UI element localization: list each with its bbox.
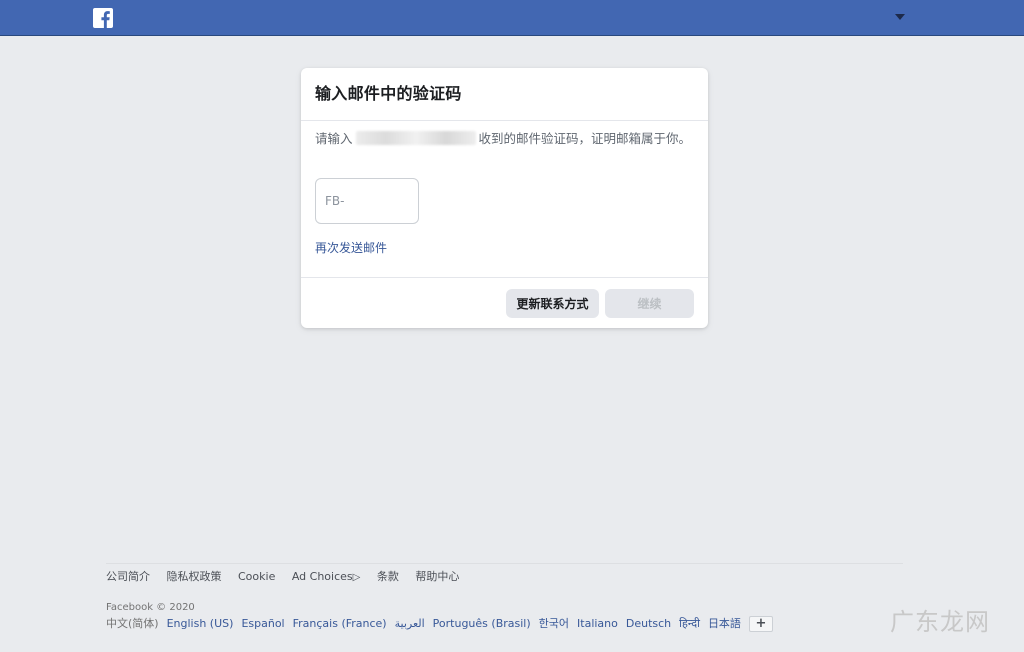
description-prefix: 请输入 xyxy=(315,131,353,146)
copyright: Facebook © 2020 xyxy=(106,602,195,613)
facebook-logo-icon[interactable] xyxy=(93,8,113,28)
redacted-email xyxy=(355,131,476,145)
language-arabic[interactable]: العربية xyxy=(395,617,425,631)
caret-down-icon[interactable] xyxy=(895,14,905,20)
language-italian[interactable]: Italiano xyxy=(577,617,618,631)
footer-link-privacy[interactable]: 隐私权政策 xyxy=(167,570,222,583)
footer-link-terms[interactable]: 条款 xyxy=(377,570,399,583)
language-hindi[interactable]: हिन्दी xyxy=(679,617,700,631)
language-french[interactable]: Français (France) xyxy=(293,617,387,631)
language-portuguese[interactable]: Português (Brasil) xyxy=(433,617,531,631)
footer-link-adchoices[interactable]: Ad Choices▷ xyxy=(292,570,361,583)
more-languages-button[interactable]: + xyxy=(748,616,773,632)
watermark: 广东龙网 xyxy=(890,608,990,636)
footer-link-help[interactable]: 帮助中心 xyxy=(415,570,459,583)
resend-email-link[interactable]: 再次发送邮件 xyxy=(315,240,387,256)
language-current: 中文(简体) xyxy=(106,617,159,630)
dialog-description: 请输入 收到的邮件验证码，证明邮箱属于你。 xyxy=(315,131,695,147)
language-korean[interactable]: 한국어 xyxy=(539,617,569,631)
ad-choices-icon: ▷ xyxy=(352,572,361,583)
language-spanish[interactable]: Español xyxy=(241,617,284,631)
description-suffix: 收到的邮件验证码，证明邮箱属于你。 xyxy=(478,131,692,146)
footer-link-about[interactable]: 公司简介 xyxy=(106,570,150,583)
language-german[interactable]: Deutsch xyxy=(626,617,671,631)
verification-code-input[interactable] xyxy=(315,178,419,224)
verification-dialog: 输入邮件中的验证码 请输入 收到的邮件验证码，证明邮箱属于你。 再次发送邮件 更新… xyxy=(301,68,708,328)
top-navigation-bar xyxy=(0,0,1024,36)
language-selector: 中文(简体) English (US) Español Français (Fr… xyxy=(106,616,773,632)
language-english[interactable]: English (US) xyxy=(167,617,234,631)
adchoices-label: Ad Choices xyxy=(291,570,353,583)
footer-link-cookie[interactable]: Cookie xyxy=(238,570,275,583)
dialog-title: 输入邮件中的验证码 xyxy=(315,84,462,103)
footer-links: 公司简介 隐私权政策 Cookie Ad Choices▷ 条款 帮助中心 xyxy=(106,570,472,585)
update-contact-button[interactable]: 更新联系方式 xyxy=(506,289,599,318)
continue-button[interactable]: 继续 xyxy=(605,289,694,318)
dialog-footer-divider xyxy=(301,277,708,278)
dialog-header-divider xyxy=(301,120,708,121)
footer-divider xyxy=(106,563,903,564)
language-japanese[interactable]: 日本語 xyxy=(708,617,741,631)
